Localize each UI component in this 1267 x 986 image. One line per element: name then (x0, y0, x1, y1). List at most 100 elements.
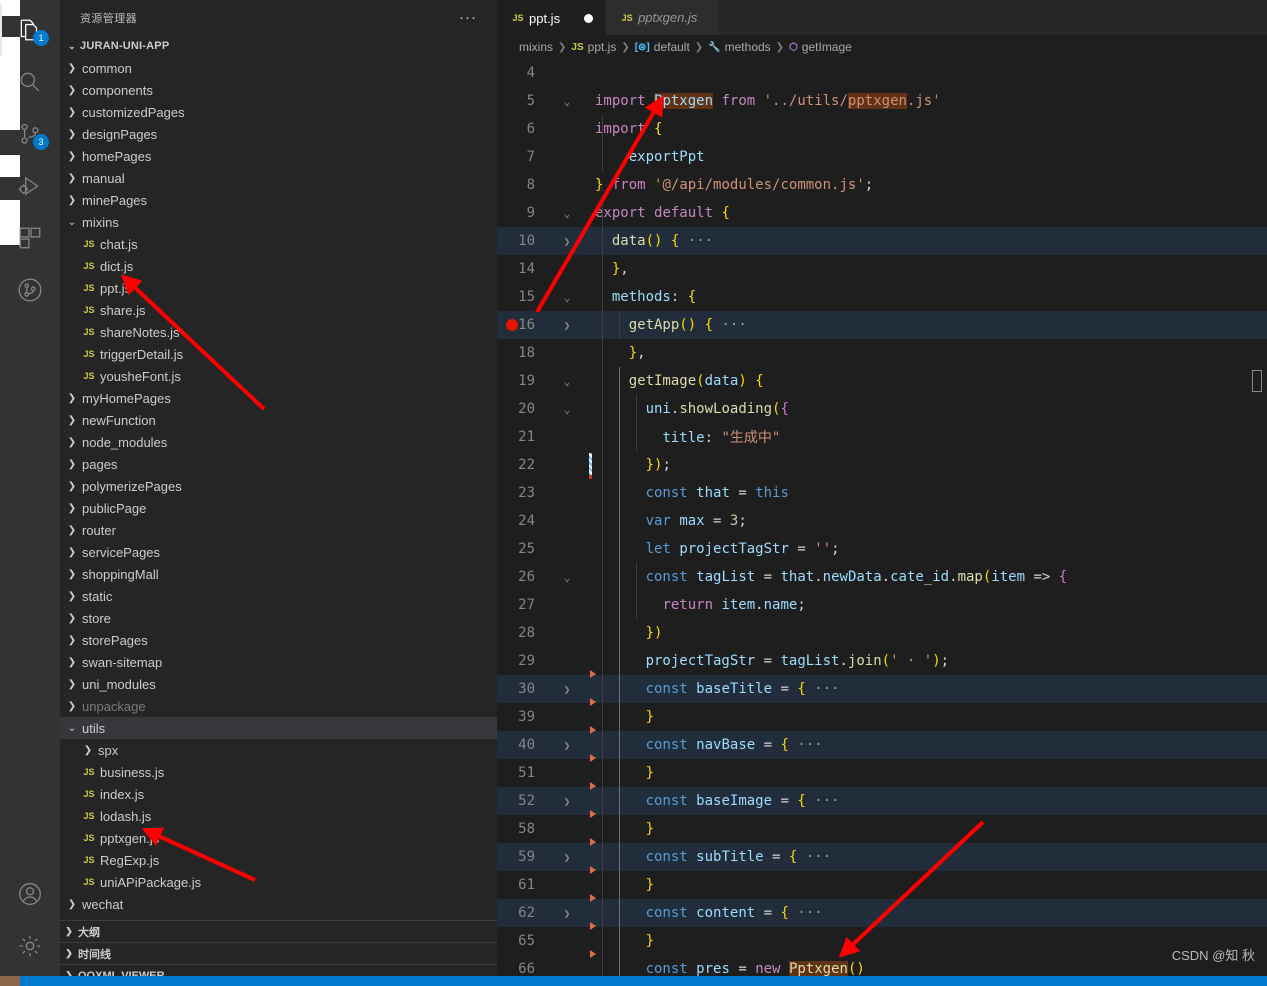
code-line[interactable]: 19 ⌄ getImage(data) { (497, 367, 1267, 395)
tree-item-minePages[interactable]: ❯ minePages (60, 189, 497, 211)
activity-bar-item-accounts[interactable] (0, 868, 60, 920)
tree-item-shoppingMall[interactable]: ❯ shoppingMall (60, 563, 497, 585)
tree-item-servicePages[interactable]: ❯ servicePages (60, 541, 497, 563)
code-line[interactable]: 29 · projectTagStr = tagList.join(' · '); (497, 647, 1267, 675)
fold-collapsed-icon[interactable]: ❯ (557, 319, 577, 332)
tree-item-utils[interactable]: ⌄ utils (60, 717, 497, 739)
tab-pptxgen-js[interactable]: JS pptxgen.js (606, 0, 721, 35)
breadcrumb-item-default[interactable]: [⊜] default (635, 40, 690, 54)
code-line[interactable]: 15 ⌄ methods: { (497, 283, 1267, 311)
code-line[interactable]: 40 ❯ const navBase = { ··· (497, 731, 1267, 759)
activity-bar-item-explorer[interactable]: 1 (0, 4, 60, 56)
activity-bar-item-run-debug[interactable] (0, 160, 60, 212)
code-line[interactable]: 18 · }, (497, 339, 1267, 367)
panel-outline[interactable]: ❯ 大纲 (60, 920, 497, 942)
tree-item-homePages[interactable]: ❯ homePages (60, 145, 497, 167)
code-line[interactable]: 6 · import { (497, 115, 1267, 143)
status-bar-remote-indicator[interactable] (0, 976, 20, 986)
code-line[interactable]: 16 ❯ getApp() { ··· (497, 311, 1267, 339)
fold-collapsed-icon[interactable]: ❯ (557, 851, 577, 864)
breadcrumb-item-ppt-js[interactable]: JS ppt.js (571, 40, 616, 54)
tree-item-shareNotes-js[interactable]: JS shareNotes.js (60, 321, 497, 343)
code-line[interactable]: 10 ❯ data() { ··· (497, 227, 1267, 255)
code-line[interactable]: 24· var max = 3; (497, 507, 1267, 535)
activity-bar-item-extensions[interactable] (0, 212, 60, 264)
tree-item-designPages[interactable]: ❯ designPages (60, 123, 497, 145)
tree-item-myHomePages[interactable]: ❯ myHomePages (60, 387, 497, 409)
code-line[interactable]: 20 ⌄ uni.showLoading({ (497, 395, 1267, 423)
tree-item-yousheFont-js[interactable]: JS yousheFont.js (60, 365, 497, 387)
activity-bar-item-source-control[interactable]: 3 (0, 108, 60, 160)
activity-bar-item-search[interactable] (0, 56, 60, 108)
fold-collapsed-icon[interactable]: ❯ (557, 795, 577, 808)
code-line[interactable]: 5 ⌄ import Pptxgen from '../utils/pptxgen.… (497, 87, 1267, 115)
tree-item-chat-js[interactable]: JS chat.js (60, 233, 497, 255)
tree-item-spx[interactable]: ❯ spx (60, 739, 497, 761)
fold-collapsed-icon[interactable]: ❯ (557, 739, 577, 752)
tree-item-share-js[interactable]: JS share.js (60, 299, 497, 321)
tree-item-uniAPiPackage-js[interactable]: JS uniAPiPackage.js (60, 871, 497, 893)
tab-dirty-indicator[interactable] (584, 13, 594, 23)
fold-expanded-icon[interactable]: ⌄ (557, 95, 577, 108)
code-line[interactable]: 22· }); (497, 451, 1267, 479)
tree-item-store[interactable]: ❯ store (60, 607, 497, 629)
tree-item-lodash-js[interactable]: JS lodash.js (60, 805, 497, 827)
tree-item-wechat[interactable]: ❯ wechat (60, 893, 497, 915)
tree-item-common[interactable]: ❯ common (60, 57, 497, 79)
code-line[interactable]: 51 · } (497, 759, 1267, 787)
code-line[interactable]: 8 ·} from '@/api/modules/common.js'; (497, 171, 1267, 199)
fold-expanded-icon[interactable]: ⌄ (557, 403, 577, 416)
tree-item-manual[interactable]: ❯ manual (60, 167, 497, 189)
code-line[interactable]: 14· }, (497, 255, 1267, 283)
tree-item-polymerizePages[interactable]: ❯ polymerizePages (60, 475, 497, 497)
tree-item-node_modules[interactable]: ❯ node_modules (60, 431, 497, 453)
fold-expanded-icon[interactable]: ⌄ (557, 375, 577, 388)
breadcrumb-item-mixins[interactable]: mixins (519, 40, 553, 54)
fold-collapsed-icon[interactable]: ❯ (557, 683, 577, 696)
tree-item-uni_modules[interactable]: ❯ uni_modules (60, 673, 497, 695)
code-line[interactable]: 28· }) (497, 619, 1267, 647)
code-line[interactable]: 65 · } (497, 927, 1267, 955)
code-line[interactable]: 4· (497, 59, 1267, 87)
code-line[interactable]: 59 ❯ const subTitle = { ··· (497, 843, 1267, 871)
tree-item-newFunction[interactable]: ❯ newFunction (60, 409, 497, 431)
breadcrumb-item-getimage[interactable]: ⬡ getImage (789, 40, 852, 54)
tree-item-ppt-js[interactable]: JS ppt.js (60, 277, 497, 299)
code-line[interactable]: 52 ❯ const baseImage = { ··· (497, 787, 1267, 815)
code-line[interactable]: 25 · let projectTagStr = ''; (497, 535, 1267, 563)
fold-collapsed-icon[interactable]: ❯ (557, 235, 577, 248)
code-line[interactable]: 30 ❯ const baseTitle = { ··· (497, 675, 1267, 703)
tree-item-components[interactable]: ❯ components (60, 79, 497, 101)
activity-bar-item-manage[interactable] (0, 920, 60, 972)
tree-item-static[interactable]: ❯ static (60, 585, 497, 607)
code-line[interactable]: 62 ❯ const content = { ··· (497, 899, 1267, 927)
tree-item-customizedPages[interactable]: ❯ customizedPages (60, 101, 497, 123)
tree-item-storePages[interactable]: ❯ storePages (60, 629, 497, 651)
code-line[interactable]: 21 · title: "生成中" (497, 423, 1267, 451)
tree-item-business-js[interactable]: JS business.js (60, 761, 497, 783)
tree-item-unpackage[interactable]: ❯ unpackage (60, 695, 497, 717)
fold-collapsed-icon[interactable]: ❯ (557, 907, 577, 920)
activity-bar-item-gitlens[interactable] (0, 264, 60, 316)
sidebar-more-actions-icon[interactable]: ··· (459, 10, 489, 25)
tree-item-pages[interactable]: ❯ pages (60, 453, 497, 475)
code-line[interactable]: 7 · exportPpt (497, 143, 1267, 171)
fold-expanded-icon[interactable]: ⌄ (557, 207, 577, 220)
code-line[interactable]: 58 · } (497, 815, 1267, 843)
code-line[interactable]: 9 ⌄ export default { (497, 199, 1267, 227)
code-line[interactable]: 39 · } (497, 703, 1267, 731)
tree-item-RegExp-js[interactable]: JS RegExp.js (60, 849, 497, 871)
code-line[interactable]: 61 · } (497, 871, 1267, 899)
tree-item-mixins[interactable]: ⌄ mixins (60, 211, 497, 233)
panel-timeline[interactable]: ❯ 时间线 (60, 942, 497, 964)
tree-item-triggerDetail-js[interactable]: JS triggerDetail.js (60, 343, 497, 365)
tree-item-router[interactable]: ❯ router (60, 519, 497, 541)
fold-expanded-icon[interactable]: ⌄ (557, 291, 577, 304)
explorer-root-folder[interactable]: ⌄ JURAN-UNI-APP (60, 35, 497, 57)
tree-item-pptxgen-js[interactable]: JS pptxgen.js (60, 827, 497, 849)
breakpoint-icon[interactable] (506, 319, 518, 331)
tree-item-publicPage[interactable]: ❯ publicPage (60, 497, 497, 519)
code-editor[interactable]: 4·5⌄import Pptxgen from '../utils/pptxge… (497, 59, 1267, 986)
code-line[interactable]: 27 · return item.name; (497, 591, 1267, 619)
tab-ppt-js[interactable]: JS ppt.js (497, 0, 607, 35)
